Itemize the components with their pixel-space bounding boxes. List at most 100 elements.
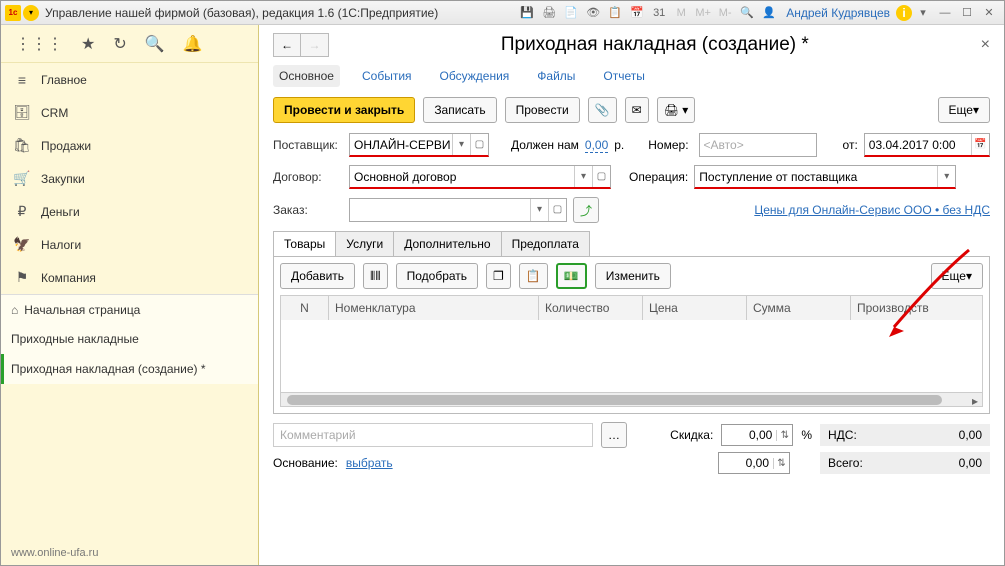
comment-input[interactable]: Комментарий — [273, 423, 593, 447]
memory-m[interactable]: M — [671, 4, 691, 22]
tab-reports[interactable]: Отчеты — [597, 65, 650, 87]
tab-services[interactable]: Услуги — [336, 232, 394, 256]
calendar-icon[interactable]: 📅 — [971, 134, 989, 155]
copy-button[interactable]: ❐ — [486, 263, 511, 289]
post-close-button[interactable]: Провести и закрыть — [273, 97, 415, 123]
select-button[interactable]: Подобрать — [396, 263, 478, 289]
nav-crm[interactable]: 🗄CRM — [1, 96, 258, 129]
zoom-icon[interactable]: 🔍 — [737, 4, 757, 22]
memory-mminus[interactable]: M- — [715, 4, 735, 22]
discount-label: Скидка: — [670, 428, 713, 442]
tab-goods[interactable]: Товары — [274, 232, 336, 256]
stepper-icon[interactable]: ⇅ — [776, 430, 792, 441]
tab-discuss[interactable]: Обсуждения — [434, 65, 516, 87]
page-title: Приходная накладная (создание) * — [329, 34, 981, 56]
tab-additional[interactable]: Дополнительно — [394, 232, 501, 256]
open-icon[interactable]: ▢ — [592, 166, 610, 187]
comment-expand-button[interactable]: … — [601, 422, 627, 448]
prices-link[interactable]: Цены для Онлайн-Сервис ООО • без НДС — [754, 203, 990, 217]
nav-invoices[interactable]: Приходные накладные — [1, 324, 258, 354]
forward-button[interactable]: → — [301, 33, 329, 57]
write-button[interactable]: Записать — [423, 97, 496, 123]
attach-button[interactable]: 📎 — [588, 97, 617, 123]
save-icon[interactable]: 💾 — [517, 4, 537, 22]
change-button[interactable]: Изменить — [595, 263, 671, 289]
date-icon[interactable]: 31 — [649, 4, 669, 22]
col-prod[interactable]: Производств — [851, 296, 982, 320]
tab-main[interactable]: Основное — [273, 65, 340, 87]
h-scrollbar[interactable]: ▸ — [281, 392, 982, 406]
favorite-icon[interactable]: ★ — [81, 34, 95, 54]
discount-abs-input[interactable]: 0,00⇅ — [718, 452, 790, 474]
supplier-input[interactable]: ОНЛАЙН-СЕРВИ▾▢ — [349, 133, 489, 157]
add-row-button[interactable]: Добавить — [280, 263, 355, 289]
info-icon[interactable]: i — [896, 5, 912, 21]
maximize-icon[interactable]: ☐ — [957, 4, 977, 22]
close-window-icon[interactable]: ✕ — [979, 4, 999, 22]
grid-body[interactable] — [281, 320, 982, 392]
import-prices-button[interactable]: 💵 — [556, 263, 587, 289]
nav-invoice-create[interactable]: Приходная накладная (создание) * — [1, 354, 258, 384]
paste-button[interactable]: 📋 — [519, 263, 548, 289]
print-icon[interactable]: 🖨 — [539, 4, 559, 22]
fill-button[interactable]: ⤴ — [573, 197, 599, 223]
number-input[interactable]: <Авто> — [699, 133, 817, 157]
col-nomenclature[interactable]: Номенклатура — [329, 296, 539, 320]
compare-icon[interactable]: 👁 — [583, 4, 603, 22]
col-sum[interactable]: Сумма — [747, 296, 851, 320]
clipboard-icon[interactable]: 📋 — [605, 4, 625, 22]
chevron-down-icon[interactable]: ▾ — [574, 166, 592, 187]
history-icon[interactable]: ↻ — [113, 34, 126, 54]
search-icon[interactable]: 🔍 — [145, 34, 165, 54]
more-button[interactable]: Еще ▾ — [938, 97, 990, 123]
minimize-icon[interactable]: — — [935, 4, 955, 22]
open-icon[interactable]: ▢ — [548, 199, 566, 221]
tab-events[interactable]: События — [356, 65, 418, 87]
apps-icon[interactable]: ⋮⋮⋮ — [15, 34, 63, 54]
nav-purchases[interactable]: 🛒Закупки — [1, 162, 258, 195]
table-more-button[interactable]: Еще ▾ — [931, 263, 983, 289]
goods-grid[interactable]: N Номенклатура Количество Цена Сумма Про… — [280, 295, 983, 407]
discount-input[interactable]: 0,00⇅ — [721, 424, 793, 446]
app-dropdown-icon[interactable]: ▾ — [23, 5, 39, 21]
order-input[interactable]: ▾▢ — [349, 198, 567, 222]
basis-link[interactable]: выбрать — [346, 456, 393, 470]
calendar-icon[interactable]: 📅 — [627, 4, 647, 22]
user-name[interactable]: Андрей Кудрявцев — [786, 6, 890, 20]
tab-prepay[interactable]: Предоплата — [502, 232, 589, 256]
close-form-icon[interactable]: × — [981, 36, 990, 54]
info-dd-icon[interactable]: ▾ — [913, 4, 933, 22]
nav-home[interactable]: Начальная страница — [1, 294, 258, 324]
chevron-down-icon[interactable]: ▾ — [937, 166, 955, 187]
operation-label: Операция: — [629, 170, 688, 184]
owes-currency: р. — [614, 138, 624, 152]
flag-icon: ⚑ — [13, 269, 31, 286]
col-qty[interactable]: Количество — [539, 296, 643, 320]
post-button[interactable]: Провести — [505, 97, 580, 123]
mail-button[interactable]: ✉ — [625, 97, 649, 123]
col-n[interactable]: N — [281, 296, 329, 320]
col-price[interactable]: Цена — [643, 296, 747, 320]
back-button[interactable]: ← — [273, 33, 301, 57]
print-button[interactable]: 🖨 ▾ — [657, 97, 696, 123]
nav-tax[interactable]: 🦅Налоги — [1, 228, 258, 261]
chevron-down-icon[interactable]: ▾ — [530, 199, 548, 221]
tab-files[interactable]: Файлы — [531, 65, 581, 87]
stepper-icon[interactable]: ⇅ — [773, 458, 789, 469]
owes-value[interactable]: 0,00 — [585, 138, 608, 153]
date-input[interactable]: 03.04.2017 0:00📅 — [864, 133, 990, 157]
doc-icon[interactable]: 📄 — [561, 4, 581, 22]
nav-money[interactable]: ₽Деньги — [1, 195, 258, 228]
chevron-down-icon[interactable]: ▾ — [452, 134, 470, 155]
operation-input[interactable]: Поступление от поставщика▾ — [694, 165, 956, 189]
bell-icon[interactable]: 🔔 — [183, 34, 203, 54]
open-icon[interactable]: ▢ — [470, 134, 488, 155]
contract-input[interactable]: Основной договор▾▢ — [349, 165, 611, 189]
user-icon: 👤 — [759, 4, 779, 22]
nav-sales[interactable]: 🛍Продажи — [1, 129, 258, 162]
sidebar-toolbar: ⋮⋮⋮ ★ ↻ 🔍 🔔 — [1, 25, 258, 63]
nav-company[interactable]: ⚑Компания — [1, 261, 258, 294]
nav-main[interactable]: ≡Главное — [1, 63, 258, 96]
memory-mplus[interactable]: M+ — [693, 4, 713, 22]
barcode-button[interactable]: ⦀⦀ — [363, 263, 388, 289]
